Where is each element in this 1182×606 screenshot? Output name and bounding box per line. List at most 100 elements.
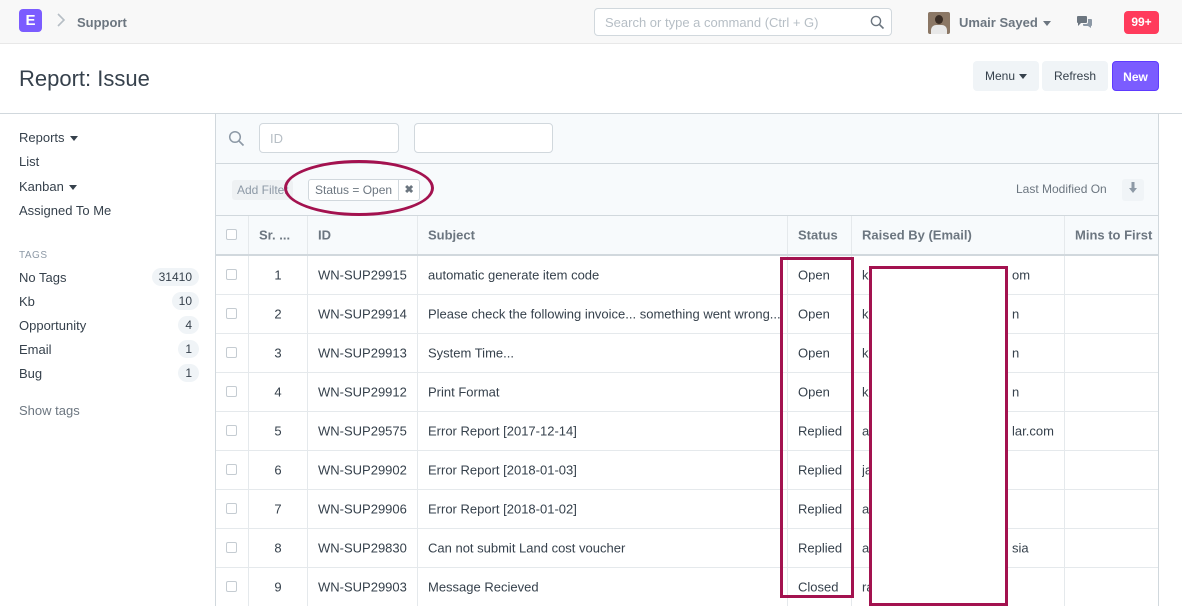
cell-status[interactable]: Open xyxy=(788,373,852,411)
cell-id[interactable]: WN-SUP29914 xyxy=(308,295,418,333)
secondary-filter-input[interactable] xyxy=(415,124,559,152)
refresh-button[interactable]: Refresh xyxy=(1042,61,1108,91)
cell-status[interactable]: Replied xyxy=(788,490,852,528)
table-row[interactable]: 3 WN-SUP29913 System Time... Open k n xyxy=(216,334,1158,373)
awesome-bar[interactable] xyxy=(594,8,892,36)
cell-raised-by[interactable]: a lar.com xyxy=(852,412,1065,450)
tag-item-bug[interactable]: Bug 1 xyxy=(19,363,199,383)
cell-id[interactable]: WN-SUP29906 xyxy=(308,490,418,528)
header-cell-id[interactable]: ID xyxy=(308,216,418,254)
cell-subject[interactable]: Error Report [2018-01-03] xyxy=(418,451,788,489)
row-checkbox[interactable] xyxy=(226,464,237,475)
sort-by-selector[interactable]: Last Modified On xyxy=(1016,182,1107,196)
row-checkbox[interactable] xyxy=(226,503,237,514)
avatar[interactable] xyxy=(928,12,950,34)
table-row[interactable]: 8 WN-SUP29830 Can not submit Land cost vou… xyxy=(216,529,1158,568)
notifications-badge[interactable]: 99+ xyxy=(1124,11,1159,34)
table-row[interactable]: 4 WN-SUP29912 Print Format Open k n xyxy=(216,373,1158,412)
header-cell-raised-by[interactable]: Raised By (Email) xyxy=(852,216,1065,254)
tag-item-kb[interactable]: Kb 10 xyxy=(19,291,199,311)
table-row[interactable]: 9 WN-SUP29903 Message Recieved Closed ra xyxy=(216,568,1158,606)
app-logo[interactable]: E xyxy=(19,9,42,32)
remove-filter-icon[interactable]: ✖ xyxy=(399,180,419,200)
sidebar-item-reports[interactable]: Reports xyxy=(19,130,78,145)
cell-id[interactable]: WN-SUP29575 xyxy=(308,412,418,450)
cell-status[interactable]: Open xyxy=(788,295,852,333)
id-value[interactable]: WN-SUP29914 xyxy=(318,307,411,322)
cell-subject[interactable]: Message Recieved xyxy=(418,568,788,606)
id-filter-field[interactable] xyxy=(259,123,405,153)
cell-subject[interactable]: Error Report [2018-01-02] xyxy=(418,490,788,528)
row-checkbox[interactable] xyxy=(226,386,237,397)
cell-id[interactable]: WN-SUP29915 xyxy=(308,256,418,294)
id-value[interactable]: WN-SUP29906 xyxy=(318,502,411,517)
breadcrumb[interactable]: Support xyxy=(77,15,127,30)
id-value[interactable]: WN-SUP29912 xyxy=(318,385,411,400)
tag-item-email[interactable]: Email 1 xyxy=(19,339,199,359)
secondary-filter-field[interactable] xyxy=(414,123,559,153)
header-cell-mins-to-first-response[interactable]: Mins to First R xyxy=(1065,216,1158,254)
menu-button[interactable]: Menu xyxy=(973,61,1039,91)
cell-id[interactable]: WN-SUP29913 xyxy=(308,334,418,372)
table-row[interactable]: 7 WN-SUP29906 Error Report [2018-01-02] Rep… xyxy=(216,490,1158,529)
search-icon[interactable] xyxy=(870,15,885,33)
cell-id[interactable]: WN-SUP29902 xyxy=(308,451,418,489)
table-row[interactable]: 2 WN-SUP29914 Please check the following i… xyxy=(216,295,1158,334)
chat-icon[interactable] xyxy=(1076,15,1094,33)
cell-raised-by[interactable]: k om xyxy=(852,256,1065,294)
cell-raised-by[interactable]: a sia xyxy=(852,529,1065,567)
cell-raised-by[interactable]: kn xyxy=(852,373,1065,411)
header-cell-status[interactable]: Status xyxy=(788,216,852,254)
filter-pill-label[interactable]: Status = Open xyxy=(309,180,400,200)
sidebar-item-list[interactable]: List xyxy=(19,154,39,169)
row-checkbox[interactable] xyxy=(226,308,237,319)
cell-id[interactable]: WN-SUP29830 xyxy=(308,529,418,567)
row-checkbox[interactable] xyxy=(226,269,237,280)
sidebar-item-assigned-to-me[interactable]: Assigned To Me xyxy=(19,203,111,218)
cell-status[interactable]: Replied xyxy=(788,412,852,450)
table-row[interactable]: 1 WN-SUP29915 automatic generate item code… xyxy=(216,256,1158,295)
cell-subject[interactable]: Can not submit Land cost voucher xyxy=(418,529,788,567)
cell-status[interactable]: Replied xyxy=(788,451,852,489)
sidebar-item-kanban[interactable]: Kanban xyxy=(19,179,77,194)
search-input[interactable] xyxy=(595,9,875,35)
cell-id[interactable]: WN-SUP29903 xyxy=(308,568,418,606)
cell-status[interactable]: Closed xyxy=(788,568,852,606)
show-tags-link[interactable]: Show tags xyxy=(19,403,80,418)
cell-raised-by[interactable]: a xyxy=(852,490,1065,528)
sort-order-button[interactable] xyxy=(1122,179,1144,201)
row-checkbox[interactable] xyxy=(226,425,237,436)
id-value[interactable]: WN-SUP29903 xyxy=(318,580,411,595)
id-value[interactable]: WN-SUP29913 xyxy=(318,346,411,361)
tag-item-no-tags[interactable]: No Tags 31410 xyxy=(19,267,199,287)
header-cell-subject[interactable]: Subject xyxy=(418,216,788,254)
cell-id[interactable]: WN-SUP29912 xyxy=(308,373,418,411)
row-checkbox[interactable] xyxy=(226,542,237,553)
id-value[interactable]: WN-SUP29902 xyxy=(318,463,411,478)
user-menu[interactable]: Umair Sayed xyxy=(959,15,1051,30)
tag-item-opportunity[interactable]: Opportunity 4 xyxy=(19,315,199,335)
row-checkbox[interactable] xyxy=(226,347,237,358)
cell-subject[interactable]: Please check the following invoice... so… xyxy=(418,295,788,333)
cell-status[interactable]: Open xyxy=(788,256,852,294)
cell-subject[interactable]: Error Report [2017-12-14] xyxy=(418,412,788,450)
cell-status[interactable]: Open xyxy=(788,334,852,372)
cell-raised-by[interactable]: kn xyxy=(852,295,1065,333)
add-filter-button[interactable]: Add Filter xyxy=(232,180,294,200)
id-filter-input[interactable] xyxy=(260,124,405,152)
cell-subject[interactable]: System Time... xyxy=(418,334,788,372)
active-filter-pill[interactable]: Status = Open ✖ xyxy=(308,179,421,201)
cell-status[interactable]: Replied xyxy=(788,529,852,567)
cell-raised-by[interactable]: ra xyxy=(852,568,1065,606)
header-cell-sr[interactable]: Sr. ... xyxy=(249,216,308,254)
table-row[interactable]: 5 WN-SUP29575 Error Report [2017-12-14] Rep… xyxy=(216,412,1158,451)
cell-subject[interactable]: automatic generate item code xyxy=(418,256,788,294)
table-row[interactable]: 6 WN-SUP29902 Error Report [2018-01-03] Rep… xyxy=(216,451,1158,490)
id-value[interactable]: WN-SUP29915 xyxy=(318,268,411,283)
select-all-checkbox[interactable] xyxy=(226,229,237,240)
cell-subject[interactable]: Print Format xyxy=(418,373,788,411)
cell-raised-by[interactable]: kn xyxy=(852,334,1065,372)
new-button[interactable]: New xyxy=(1112,61,1159,91)
cell-raised-by[interactable]: ja xyxy=(852,451,1065,489)
id-value[interactable]: WN-SUP29575 xyxy=(318,424,411,439)
